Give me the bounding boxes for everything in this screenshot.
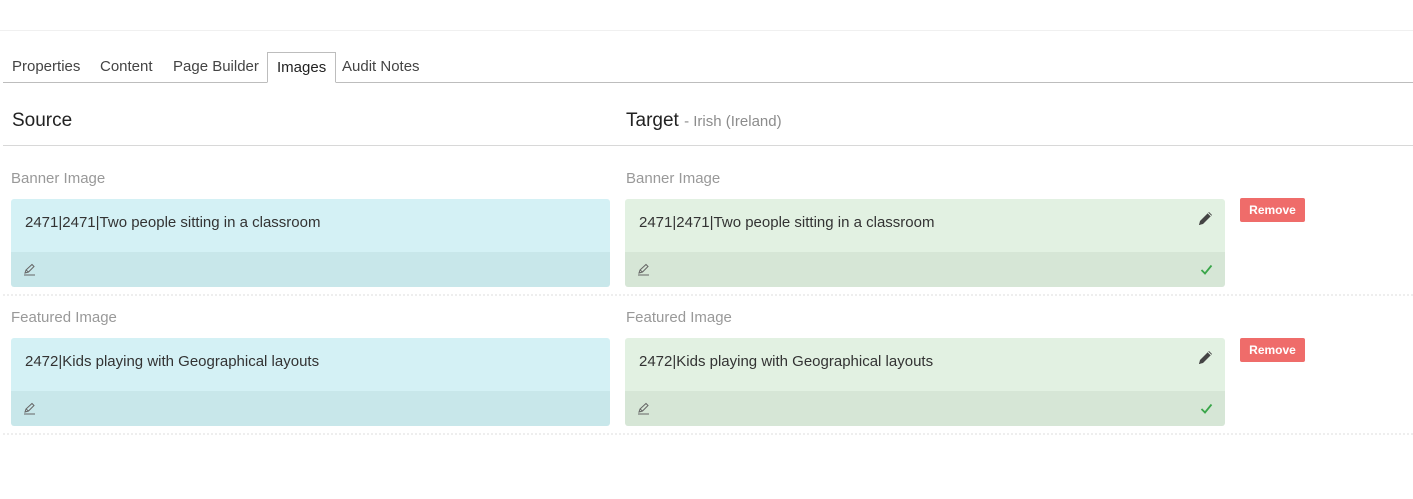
target-value-text: 2471|2471|Two people sitting in a classr… xyxy=(639,214,935,231)
row-divider xyxy=(3,294,1413,296)
tab-page-builder[interactable]: Page Builder xyxy=(164,52,268,83)
tab-images[interactable]: Images xyxy=(267,52,337,83)
source-banner-image-card: 2471|2471|Two people sitting in a classr… xyxy=(11,199,610,287)
top-divider xyxy=(0,30,1413,31)
edit-translate-icon xyxy=(23,402,36,415)
source-field-label: Banner Image xyxy=(11,170,106,187)
target-card-footer xyxy=(625,252,1225,287)
tab-bar: Properties Content Page Builder Images A… xyxy=(3,52,1413,83)
source-featured-image-card: 2472|Kids playing with Geographical layo… xyxy=(11,338,610,426)
target-language: - Irish (Ireland) xyxy=(684,113,782,130)
edit-translate-icon xyxy=(637,402,650,415)
remove-button[interactable]: Remove xyxy=(1240,198,1305,222)
target-title: Target xyxy=(626,110,679,131)
header-divider xyxy=(3,145,1413,146)
edit-translate-icon xyxy=(637,263,650,276)
tab-content[interactable]: Content xyxy=(91,52,162,83)
check-icon xyxy=(1200,263,1213,276)
row-divider xyxy=(3,433,1413,435)
target-value-text: 2472|Kids playing with Geographical layo… xyxy=(639,353,934,370)
source-value: 2472|Kids playing with Geographical layo… xyxy=(11,338,610,391)
source-title: Source xyxy=(12,110,73,131)
target-field-label: Featured Image xyxy=(626,309,732,326)
pencil-icon[interactable] xyxy=(1197,349,1214,366)
target-value: 2471|2471|Two people sitting in a classr… xyxy=(625,199,1225,252)
remove-button[interactable]: Remove xyxy=(1240,338,1305,362)
source-card-footer xyxy=(11,391,610,426)
pencil-icon[interactable] xyxy=(1197,210,1214,227)
target-value: 2472|Kids playing with Geographical layo… xyxy=(625,338,1225,391)
target-banner-image-card[interactable]: 2471|2471|Two people sitting in a classr… xyxy=(625,199,1225,287)
tab-properties[interactable]: Properties xyxy=(3,52,89,83)
source-card-footer xyxy=(11,252,610,287)
check-icon xyxy=(1200,402,1213,415)
target-column-title: Target - Irish (Ireland) xyxy=(626,110,782,132)
target-featured-image-card[interactable]: 2472|Kids playing with Geographical layo… xyxy=(625,338,1225,426)
source-value: 2471|2471|Two people sitting in a classr… xyxy=(11,199,610,252)
tab-audit-notes[interactable]: Audit Notes xyxy=(333,52,429,83)
source-column-title: Source xyxy=(12,110,72,132)
source-field-label: Featured Image xyxy=(11,309,117,326)
target-card-footer xyxy=(625,391,1225,426)
target-field-label: Banner Image xyxy=(626,170,721,187)
edit-translate-icon xyxy=(23,263,36,276)
